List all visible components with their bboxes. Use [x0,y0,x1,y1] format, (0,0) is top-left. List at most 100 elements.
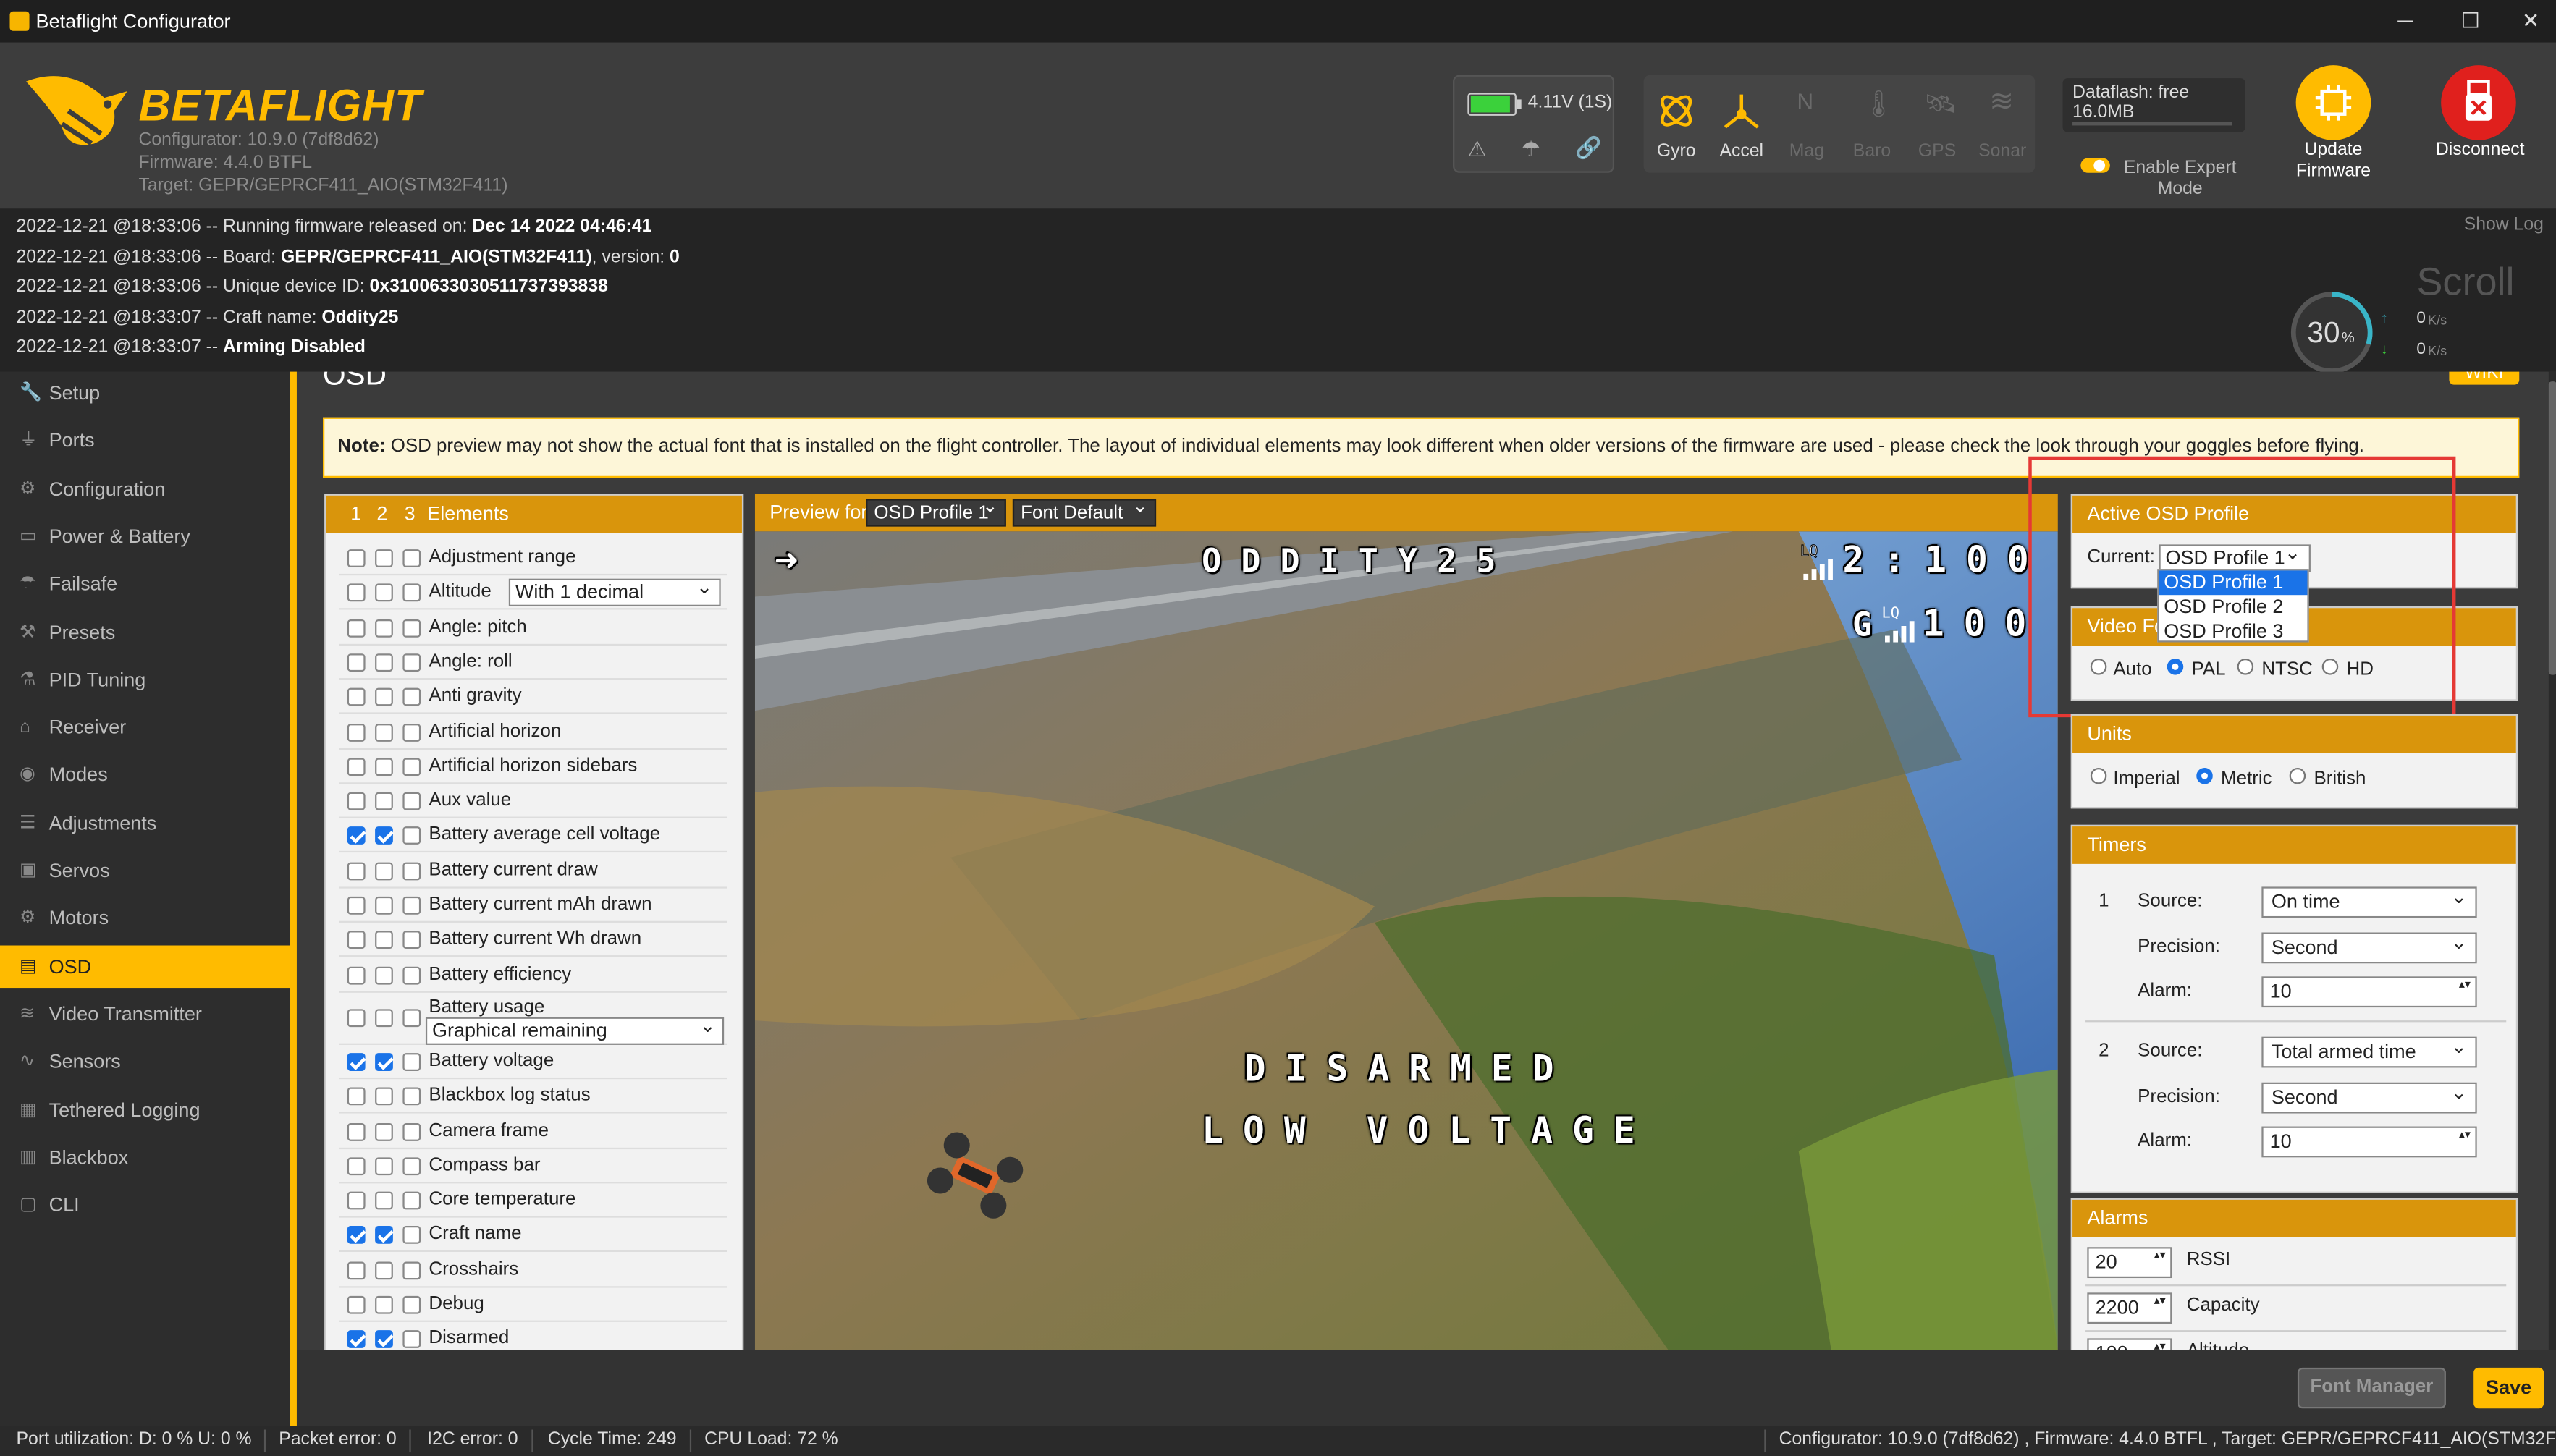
wiki-button[interactable]: WIKI [2449,371,2520,385]
element-profile-2-checkbox[interactable] [375,653,393,672]
show-log-button[interactable]: Show Log [2464,215,2544,234]
alarm-capacity-input[interactable]: 2200 [2087,1292,2172,1324]
timer-1-source-select[interactable]: On time [2261,884,2477,918]
element-profile-3-checkbox[interactable] [402,1009,421,1027]
element-profile-1-checkbox[interactable] [347,896,366,915]
sidebar-item-setup[interactable]: 🔧 Setup [0,372,293,415]
save-button[interactable]: Save [2473,1367,2544,1409]
element-profile-3-checkbox[interactable] [402,896,421,915]
element-profile-3-checkbox[interactable] [402,619,421,637]
element-profile-1-checkbox[interactable] [347,584,366,602]
alarm-rssi-input[interactable]: 20 [2087,1247,2172,1279]
sidebar-item-video-transmitter[interactable]: ≋ Video Transmitter [0,993,293,1036]
element-profile-2-checkbox[interactable] [375,1191,393,1210]
element-profile-2-checkbox[interactable] [375,1052,393,1071]
element-profile-3-checkbox[interactable] [402,1261,421,1279]
sidebar-item-adjustments[interactable]: ☰ Adjustments [0,802,293,845]
profile-tab-1[interactable]: 1 [350,496,361,533]
element-profile-1-checkbox[interactable] [347,965,366,984]
profile-tab-3[interactable]: 3 [405,496,416,533]
element-profile-2-checkbox[interactable] [375,1122,393,1140]
sidebar-item-sensors[interactable]: ∿ Sensors [0,1041,293,1083]
element-profile-2-checkbox[interactable] [375,619,393,637]
element-profile-1-checkbox[interactable] [347,931,366,949]
element-profile-2-checkbox[interactable] [375,931,393,949]
element-profile-3-checkbox[interactable] [402,965,421,984]
timer-1-precision-select[interactable]: Second [2261,929,2477,964]
element-profile-2-checkbox[interactable] [375,758,393,776]
element-profile-1-checkbox[interactable] [347,1295,366,1314]
element-profile-1-checkbox[interactable] [347,1226,366,1245]
element-profile-1-checkbox[interactable] [347,1156,366,1175]
timer-2-precision-select[interactable]: Second [2261,1079,2477,1114]
element-profile-3-checkbox[interactable] [402,758,421,776]
element-profile-3-checkbox[interactable] [402,549,421,567]
sidebar-item-power-battery[interactable]: ▭ Power & Battery [0,515,293,558]
element-profile-2-checkbox[interactable] [375,688,393,706]
units-metric-radio[interactable] [2196,767,2213,784]
element-profile-1-checkbox[interactable] [347,1191,366,1210]
element-profile-1-checkbox[interactable] [347,1122,366,1140]
sidebar-item-servos[interactable]: ▣ Servos [0,850,293,892]
element-profile-3-checkbox[interactable] [402,1330,421,1349]
sidebar-item-blackbox[interactable]: ▥ Blackbox [0,1136,293,1179]
element-profile-3-checkbox[interactable] [402,584,421,602]
element-variant-select[interactable]: Graphical remaining [425,1014,725,1045]
timer-2-alarm-input[interactable]: 10 [2261,1126,2477,1158]
sidebar-item-ports[interactable]: ⏚ Ports [0,420,293,462]
timer-2-source-select[interactable]: Total armed time [2261,1033,2477,1068]
close-icon[interactable]: ✕ [2515,5,2547,38]
element-profile-2-checkbox[interactable] [375,1087,393,1106]
element-profile-3-checkbox[interactable] [402,1156,421,1175]
element-profile-2-checkbox[interactable] [375,1330,393,1349]
element-profile-2-checkbox[interactable] [375,965,393,984]
element-profile-1-checkbox[interactable] [347,688,366,706]
element-profile-2-checkbox[interactable] [375,1226,393,1245]
element-profile-3-checkbox[interactable] [402,931,421,949]
element-profile-2-checkbox[interactable] [375,1009,393,1027]
element-profile-1-checkbox[interactable] [347,619,366,637]
element-profile-3-checkbox[interactable] [402,1295,421,1314]
element-profile-2-checkbox[interactable] [375,1261,393,1279]
sidebar-item-failsafe[interactable]: ☂ Failsafe [0,563,293,606]
sidebar-item-modes[interactable]: ◉ Modes [0,754,293,797]
sidebar-item-osd[interactable]: ▤ OSD [0,944,294,988]
disconnect-button[interactable] [2441,65,2516,140]
minimize-icon[interactable]: ─ [2389,5,2421,38]
element-profile-1-checkbox[interactable] [347,653,366,672]
scrollbar[interactable] [2548,371,2556,1350]
element-profile-3-checkbox[interactable] [402,792,421,810]
element-profile-3-checkbox[interactable] [402,1226,421,1245]
element-profile-1-checkbox[interactable] [347,1052,366,1071]
element-profile-2-checkbox[interactable] [375,723,393,741]
sidebar-item-configuration[interactable]: ⚙ Configuration [0,467,293,510]
element-profile-2-checkbox[interactable] [375,792,393,810]
profile-tab-2[interactable]: 2 [376,496,387,533]
element-profile-3-checkbox[interactable] [402,653,421,672]
element-profile-3-checkbox[interactable] [402,1052,421,1071]
element-profile-3-checkbox[interactable] [402,688,421,706]
element-profile-2-checkbox[interactable] [375,1295,393,1314]
element-profile-3-checkbox[interactable] [402,1122,421,1140]
update-firmware-button[interactable] [2295,65,2371,140]
element-variant-select[interactable]: With 1 decimal [508,576,721,607]
sidebar-item-pid-tuning[interactable]: ⚗ PID Tuning [0,659,293,701]
element-profile-1-checkbox[interactable] [347,1330,366,1349]
element-profile-3-checkbox[interactable] [402,861,421,880]
sidebar-item-motors[interactable]: ⚙ Motors [0,897,293,940]
sidebar-item-receiver[interactable]: ⌂ Receiver [0,706,293,749]
element-profile-3-checkbox[interactable] [402,1087,421,1106]
timer-1-alarm-input[interactable]: 10 [2261,976,2477,1008]
element-profile-3-checkbox[interactable] [402,826,421,845]
units-british-radio[interactable] [2289,767,2306,784]
alarm-altitude-input[interactable]: 100 [2087,1338,2172,1350]
sidebar-item-cli[interactable]: ▢ CLI [0,1184,293,1227]
element-profile-1-checkbox[interactable] [347,758,366,776]
element-profile-2-checkbox[interactable] [375,826,393,845]
element-profile-1-checkbox[interactable] [347,861,366,880]
element-profile-2-checkbox[interactable] [375,896,393,915]
element-profile-1-checkbox[interactable] [347,826,366,845]
element-profile-1-checkbox[interactable] [347,792,366,810]
element-profile-2-checkbox[interactable] [375,584,393,602]
element-profile-3-checkbox[interactable] [402,1191,421,1210]
